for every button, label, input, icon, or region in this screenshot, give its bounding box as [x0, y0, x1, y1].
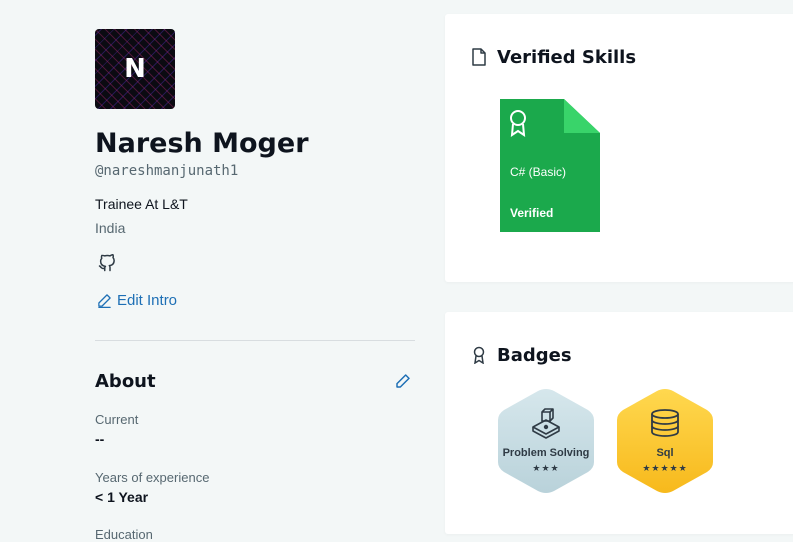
skill-card-fold: [564, 99, 600, 133]
badge-problem-solving[interactable]: Problem Solving ★★★: [495, 386, 597, 496]
current-value: --: [95, 431, 105, 447]
badge-stars: ★★★★★: [642, 463, 688, 473]
badges-card: Badges Problem Solving ★★★ Sql ★★★★★: [445, 312, 793, 534]
hexagon-shape: [617, 389, 713, 493]
database-icon: [651, 409, 679, 437]
badge-name: Sql: [656, 447, 674, 459]
pencil-icon: [98, 294, 111, 308]
avatar: N: [95, 29, 175, 109]
experience-label: Years of experience: [95, 470, 210, 485]
hexagon-shape: [498, 389, 594, 493]
badge-stars: ★★★: [532, 463, 560, 473]
skill-name: C# (Basic): [510, 165, 567, 179]
experience-value: < 1 Year: [95, 489, 149, 505]
avatar-initial: N: [124, 54, 146, 84]
badge-name: Problem Solving: [502, 447, 590, 459]
profile-panel: N Naresh Moger @nareshmanjunath1 Trainee…: [95, 29, 415, 542]
profile-username: @nareshmanjunath1: [95, 163, 239, 179]
ribbon-icon: [510, 110, 526, 137]
edit-about-icon[interactable]: [395, 373, 411, 389]
badge-sql[interactable]: Sql ★★★★★: [614, 386, 716, 496]
verified-skills-card: Verified Skills C# (Basic) Verified: [445, 14, 793, 282]
github-icon[interactable]: [98, 254, 116, 272]
profile-name: Naresh Moger: [95, 128, 309, 159]
problem-solving-icon: [532, 408, 560, 439]
profile-job: Trainee At L&T: [95, 196, 188, 212]
current-label: Current: [95, 412, 139, 427]
badge-icon: [473, 346, 485, 364]
edit-intro-link[interactable]: Edit Intro: [97, 292, 177, 309]
education-label: Education: [95, 527, 153, 542]
document-icon: [472, 48, 486, 66]
skill-status: Verified: [510, 206, 554, 220]
profile-location: India: [95, 220, 126, 236]
verified-skills-title: Verified Skills: [497, 47, 637, 68]
divider: [95, 340, 415, 341]
badges-title: Badges: [497, 345, 572, 366]
about-title: About: [95, 371, 156, 392]
edit-intro-label: Edit Intro: [117, 292, 178, 309]
